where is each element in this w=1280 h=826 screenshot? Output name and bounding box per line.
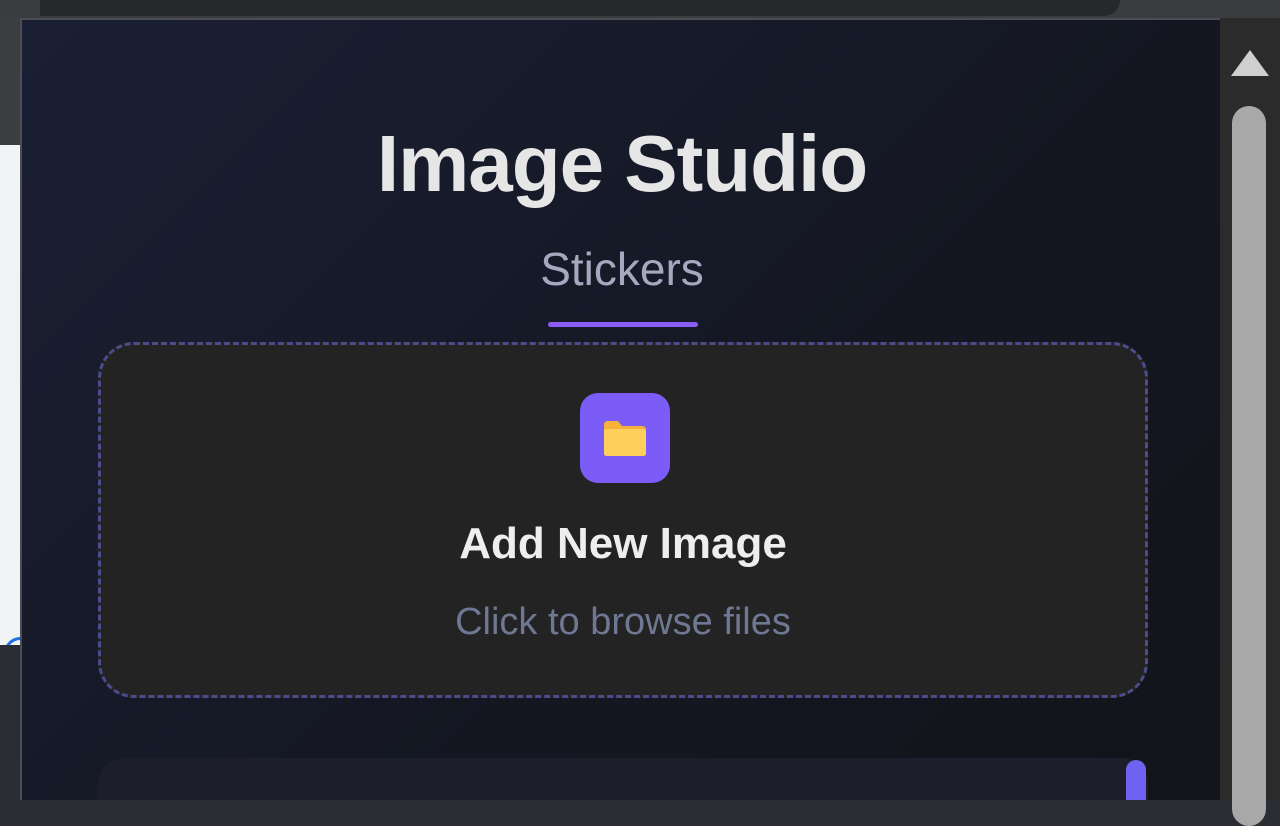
popup-scrollbar[interactable] (1220, 18, 1280, 826)
add-image-label: Add New Image (459, 519, 787, 568)
page-subtitle: Stickers (540, 243, 704, 295)
page-title: Image Studio (376, 119, 868, 208)
browser-top-bar (0, 0, 1280, 18)
image-list-panel (98, 758, 1148, 800)
background-page (0, 145, 38, 681)
folder-icon (604, 421, 646, 456)
title-divider (548, 322, 698, 327)
add-image-dropzone[interactable]: Add New Image Click to browse files (98, 342, 1148, 698)
scroll-up-arrow-icon[interactable] (1231, 50, 1269, 76)
browse-files-hint: Click to browse files (455, 601, 791, 643)
extension-popup: Image Studio Stickers Add New Image Clic… (20, 18, 1220, 800)
scrollbar-thumb[interactable] (1232, 106, 1266, 826)
browser-tab-strip (40, 0, 1120, 16)
folder-icon-tile (580, 393, 670, 483)
inner-scrollbar-thumb[interactable] (1126, 760, 1146, 800)
background-page-lower (0, 645, 22, 800)
background-page-header (0, 18, 22, 145)
